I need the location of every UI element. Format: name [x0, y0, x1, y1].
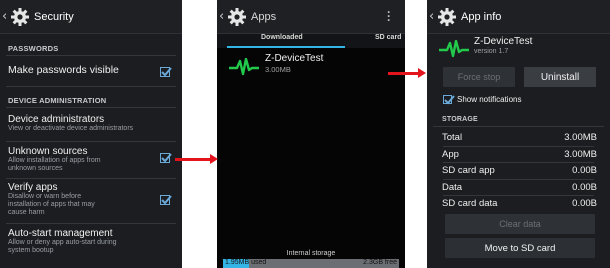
- storage-row: SD card data 0.00B: [442, 198, 597, 209]
- show-notifications-label: Show notifications: [457, 95, 522, 104]
- storage-row-label: Data: [442, 181, 463, 193]
- security-title: Security: [34, 10, 74, 23]
- tab-downloaded[interactable]: Downloaded: [261, 34, 303, 41]
- device-administrators-title: Device administrators: [8, 114, 105, 125]
- apps-tabs: Downloaded SD card: [217, 34, 405, 48]
- app-info-name: Z-DeviceTest: [474, 36, 533, 47]
- tab-selected-indicator: [227, 46, 345, 48]
- storage-row-label: SD card app: [442, 165, 495, 176]
- security-action-bar[interactable]: ‹ Security: [0, 0, 182, 34]
- divider: [6, 86, 176, 87]
- storage-free-text: 2.3GB free: [363, 259, 397, 266]
- force-stop-button[interactable]: Force stop: [443, 67, 515, 87]
- app-info-action-bar[interactable]: ‹ App info: [427, 0, 610, 34]
- unknown-sources-title: Unknown sources: [8, 146, 88, 157]
- section-device-administration: DEVICE ADMINISTRATION: [8, 96, 107, 105]
- verify-apps-checkbox[interactable]: [160, 195, 172, 205]
- storage-used-text: 1.95MB used: [225, 259, 267, 266]
- storage-row-value: 3.00MB: [564, 148, 597, 160]
- section-storage: STORAGE: [442, 116, 478, 123]
- security-screen: ‹ Security PASSWORDS Make passwords visi…: [0, 0, 182, 268]
- divider: [443, 145, 594, 147]
- divider: [443, 162, 594, 163]
- unknown-sources-summary-1: Allow installation of apps from: [8, 157, 101, 164]
- app-info-screen: ‹ App info Z-DeviceTest version 1.7 Forc…: [427, 0, 610, 268]
- divider: [6, 141, 176, 142]
- storage-usage-bar: 1.95MB used 2.3GB free: [223, 259, 399, 268]
- storage-row-label: SD card data: [442, 198, 498, 209]
- storage-row-value: 0.00B: [572, 181, 597, 193]
- back-chevron-icon[interactable]: ‹: [219, 9, 227, 24]
- apps-action-bar[interactable]: ‹ Apps · · ·: [217, 0, 405, 34]
- storage-row: SD card app 0.00B: [442, 165, 597, 176]
- verify-apps-row[interactable]: Verify apps Disallow or warn before inst…: [0, 182, 182, 217]
- app-name: Z-DeviceTest: [265, 53, 324, 64]
- move-to-sd-card-button[interactable]: Move to SD card: [445, 238, 595, 258]
- verify-apps-summary-2: installation of apps that may: [8, 201, 95, 208]
- divider: [6, 107, 176, 108]
- auto-start-summary-2: system bootup: [8, 247, 54, 254]
- unknown-sources-summary-2: unknown sources: [8, 165, 63, 172]
- pulse-app-icon: [439, 39, 469, 63]
- storage-row-value: 0.00B: [572, 165, 597, 176]
- apps-screen: ‹ Apps · · · Downloaded SD card Z-DeviceTe…: [217, 0, 405, 268]
- app-size: 3.00MB: [265, 65, 291, 74]
- divider: [443, 195, 594, 196]
- app-info-version: version 1.7: [474, 48, 509, 55]
- verify-apps-title: Verify apps: [8, 182, 58, 193]
- storage-row: App 3.00MB: [442, 149, 597, 160]
- app-list-item[interactable]: Z-DeviceTest 3.00MB: [217, 52, 405, 82]
- red-arrow-2: [388, 68, 426, 78]
- divider: [433, 126, 604, 127]
- storage-row-label: App: [442, 148, 459, 160]
- internal-storage-label: Internal storage: [286, 250, 336, 257]
- make-passwords-visible-row[interactable]: Make passwords visible: [0, 64, 182, 82]
- back-chevron-icon[interactable]: ‹: [429, 9, 437, 24]
- divider: [6, 55, 176, 56]
- device-administrators-summary: View or deactivate device administrators: [8, 125, 134, 132]
- overflow-menu-icon[interactable]: · · ·: [387, 6, 391, 26]
- tab-sd-card[interactable]: SD card: [375, 34, 401, 41]
- auto-start-management-row[interactable]: Auto-start management Allow or deny app …: [0, 228, 182, 255]
- device-administrators-row[interactable]: Device administrators View or deactivate…: [0, 114, 182, 133]
- back-chevron-icon[interactable]: ‹: [2, 9, 10, 24]
- clear-data-button[interactable]: Clear data: [445, 214, 595, 234]
- make-passwords-visible-label: Make passwords visible: [8, 64, 119, 76]
- red-arrow-1: [175, 154, 218, 164]
- storage-row: Data 0.00B: [442, 182, 597, 193]
- pulse-app-icon: [229, 57, 259, 81]
- auto-start-title: Auto-start management: [8, 228, 113, 239]
- show-notifications-checkbox[interactable]: [443, 95, 455, 105]
- unknown-sources-row[interactable]: Unknown sources Allow installation of ap…: [0, 146, 182, 173]
- settings-gear-icon: [227, 7, 247, 27]
- settings-gear-icon: [437, 7, 457, 27]
- storage-row-label: Total: [442, 132, 463, 143]
- make-passwords-visible-checkbox[interactable]: [160, 67, 172, 77]
- divider: [6, 178, 176, 179]
- storage-row: Total 3.00MB: [442, 132, 597, 143]
- settings-gear-icon: [10, 7, 30, 27]
- auto-start-summary-1: Allow or deny app auto-start during: [8, 239, 117, 246]
- storage-row-value: 0.00B: [572, 198, 597, 209]
- verify-apps-summary-3: cause harm: [8, 209, 45, 216]
- section-passwords: PASSWORDS: [8, 44, 59, 53]
- divider: [6, 223, 176, 224]
- uninstall-button[interactable]: Uninstall: [524, 67, 596, 87]
- storage-row-value: 3.00MB: [564, 132, 597, 143]
- verify-apps-summary-1: Disallow or warn before: [8, 193, 82, 200]
- app-info-title: App info: [461, 10, 502, 23]
- unknown-sources-checkbox[interactable]: [160, 153, 172, 163]
- divider: [443, 178, 594, 180]
- apps-title: Apps: [251, 10, 277, 23]
